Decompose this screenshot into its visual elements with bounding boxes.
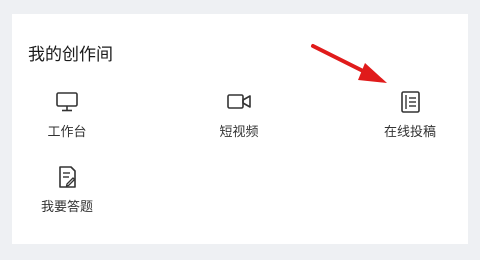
tile-label-online-submit: 在线投稿	[383, 125, 436, 140]
creation-panel: 我的创作间 工作台 短视频 在线投稿 我要答题	[12, 14, 468, 244]
tile-label-short-video: 短视频	[219, 125, 259, 140]
video-camera-icon	[227, 94, 251, 109]
tile-workbench[interactable]: 工作台	[27, 89, 107, 140]
monitor-icon	[56, 92, 78, 112]
tile-label-workbench: 工作台	[47, 125, 87, 140]
red-arrow-annotation	[311, 44, 387, 83]
tile-answer-questions[interactable]: 我要答题	[27, 164, 107, 215]
tile-label-answer-questions: 我要答题	[40, 200, 93, 215]
edit-document-icon	[59, 166, 76, 188]
section-title: 我的创作间	[28, 45, 113, 65]
tile-online-submit[interactable]: 在线投稿	[370, 89, 450, 140]
tile-short-video[interactable]: 短视频	[199, 89, 279, 140]
document-icon	[401, 91, 420, 113]
